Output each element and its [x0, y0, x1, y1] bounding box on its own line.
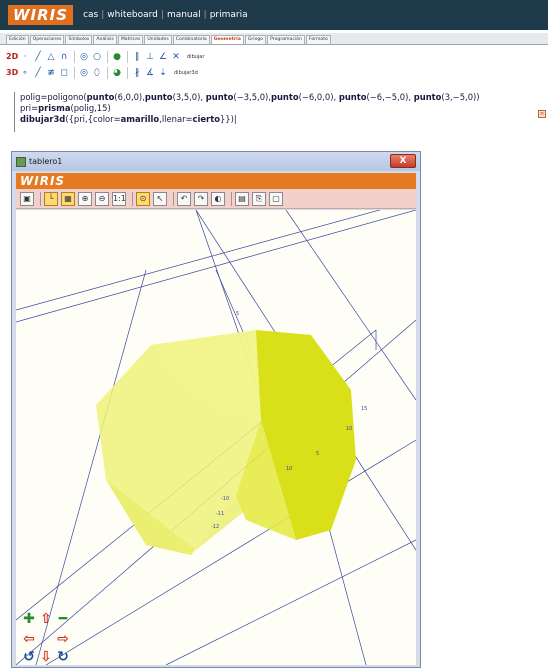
properties-icon[interactable]: ▤: [235, 191, 249, 206]
move-down-icon[interactable]: ⇩: [39, 650, 53, 664]
point3d-icon[interactable]: ∘: [19, 67, 31, 79]
circle-arc-icon[interactable]: ○: [91, 51, 103, 63]
select-icon[interactable]: ⊙: [136, 191, 150, 206]
zoom-out-icon[interactable]: ━: [56, 612, 70, 626]
color-fill-3d-icon[interactable]: ◕: [111, 67, 123, 79]
tick-label: 15: [361, 406, 367, 412]
axis-line: [16, 210, 416, 323]
angle-3d-icon[interactable]: ∡: [144, 67, 156, 79]
pointer-icon[interactable]: ↖: [153, 191, 167, 206]
point-icon[interactable]: ·: [19, 51, 31, 63]
tab-geometria[interactable]: Geometría: [210, 35, 244, 44]
window-logo-bar: WIRIS: [16, 173, 416, 189]
tick-label: 10: [346, 426, 352, 432]
link-whiteboard[interactable]: whiteboard: [107, 10, 158, 20]
plane-icon[interactable]: ≢: [45, 67, 57, 79]
link-manual[interactable]: manual: [167, 10, 201, 20]
tick-label: 10: [286, 466, 292, 472]
zoom-out-icon[interactable]: ⊖: [95, 191, 109, 206]
grid-icon[interactable]: ▦: [61, 191, 75, 206]
rotate-right-icon[interactable]: ↻: [56, 650, 70, 664]
axes-icon[interactable]: └: [44, 191, 58, 206]
window-titlebar[interactable]: tablero1 X: [12, 152, 420, 171]
2d-badge-icon[interactable]: 2D: [6, 51, 18, 63]
formula-editor[interactable]: polig=poligono(punto(6,0,0),punto(3,5,0)…: [14, 92, 484, 132]
tab-analisis[interactable]: Análisis: [93, 35, 117, 44]
tab-matrices[interactable]: Matrices: [117, 35, 144, 44]
side-menu-icon[interactable]: ≡: [538, 110, 546, 118]
link-primaria[interactable]: primaria: [210, 10, 248, 20]
perpendicular-icon[interactable]: ⊥: [144, 51, 156, 63]
line3d-icon[interactable]: ╱: [32, 67, 44, 79]
axis-line: [165, 539, 416, 665]
tab-simbolos[interactable]: Símbolos: [65, 35, 93, 44]
cube-icon[interactable]: ◻: [58, 67, 70, 79]
dibujar3d-label[interactable]: dibujar3d: [174, 70, 198, 76]
parallel-3d-icon[interactable]: ∦: [131, 67, 143, 79]
tab-combinatoria[interactable]: Combinatoria: [172, 35, 210, 44]
navigation-pad: ✚ ⇧ ━ ⇦ ⇨ ↺ ⇩ ↻: [22, 612, 72, 665]
sphere-icon[interactable]: ◎: [78, 67, 90, 79]
info-icon[interactable]: ▢: [269, 191, 283, 206]
export-icon[interactable]: ⎘: [252, 191, 266, 206]
tick-label: 5: [316, 451, 319, 457]
header-links: cas | whiteboard | manual | primaria: [83, 10, 248, 20]
editor-line-1[interactable]: polig=poligono(punto(6,0,0),punto(3,5,0)…: [20, 92, 484, 103]
tab-griego[interactable]: Griego: [244, 35, 267, 44]
axis-line: [16, 210, 381, 311]
window-app-icon: [16, 156, 26, 167]
color-fill-icon[interactable]: ●: [111, 51, 123, 63]
undo-icon[interactable]: ↶: [177, 191, 191, 206]
tab-unidades[interactable]: Unidades: [144, 35, 172, 44]
close-button[interactable]: X: [390, 154, 416, 168]
bisector-icon[interactable]: ∠: [157, 51, 169, 63]
editor-line-2[interactable]: pri=prisma(polig,15): [20, 103, 484, 114]
circle-icon[interactable]: ◎: [78, 51, 90, 63]
text-cursor: |: [233, 114, 237, 124]
board-svg: 5 -10 -11 -12 10 15 5 10: [16, 210, 416, 665]
page: WIRIS cas | whiteboard | manual | primaria Edi…: [0, 0, 548, 668]
redo-icon[interactable]: ↷: [194, 191, 208, 206]
board-toolbar: ▣ └ ▦ ⊕ ⊖ 1:1 ⊙ ↖ ↶ ↷ ◐ ▤ ⎘ ▢: [16, 189, 416, 209]
move-up-icon[interactable]: ✚: [22, 612, 36, 626]
color-icon[interactable]: ◐: [211, 191, 225, 206]
tab-programacion[interactable]: Programación: [267, 35, 305, 44]
dibujar-label[interactable]: dibujar: [187, 54, 204, 60]
tick-label: -10: [221, 496, 229, 502]
wiris-logo[interactable]: WIRIS: [8, 5, 74, 25]
drawing-board[interactable]: 5 -10 -11 -12 10 15 5 10 ✚ ⇧ ━ ⇦ ⇨ ↺ ⇩ ↻: [16, 210, 416, 665]
tab-operaciones[interactable]: Operaciones: [29, 35, 65, 44]
rotate-up-icon[interactable]: ⇧: [39, 612, 53, 626]
cylinder-icon[interactable]: ⬯: [91, 67, 103, 79]
rotate-left-icon[interactable]: ↺: [22, 650, 36, 664]
app-header: WIRIS cas | whiteboard | manual | primaria: [0, 0, 548, 30]
vector-icon[interactable]: ⇣: [157, 67, 169, 79]
tick-label: -12: [211, 524, 219, 530]
move-left-icon[interactable]: ⇦: [22, 632, 36, 646]
editor-line-3[interactable]: dibujar3d({pri,{color=amarillo,llenar=ci…: [20, 114, 484, 125]
segment-icon[interactable]: ╱: [32, 51, 44, 63]
tab-edicion[interactable]: Edición: [6, 35, 29, 44]
triangle-icon[interactable]: △: [45, 51, 57, 63]
tablero-window: tablero1 X WIRIS ▣ └ ▦ ⊕ ⊖ 1:1 ⊙ ↖ ↶ ↷ ◐…: [11, 151, 421, 668]
3d-badge-icon[interactable]: 3D: [6, 67, 18, 79]
tick-label: 5: [236, 311, 239, 317]
arc-icon[interactable]: ∩: [58, 51, 70, 63]
zoom-in-icon[interactable]: ⊕: [78, 191, 92, 206]
delete-icon[interactable]: ✕: [170, 51, 182, 63]
window-title: tablero1: [29, 157, 63, 166]
scale-1-1-icon[interactable]: 1:1: [112, 191, 126, 206]
tick-label: -11: [216, 511, 224, 517]
menu-tabs: Edición Operaciones Símbolos Análisis Ma…: [0, 33, 548, 45]
geometry-toolbar: 2D · ╱ △ ∩ ◎ ○ ● ∥ ⊥ ∠ ✕ dibujar 3D ∘ ╱ …: [6, 47, 366, 81]
window-wiris-logo: WIRIS: [20, 174, 66, 188]
save-icon[interactable]: ▣: [20, 191, 34, 206]
link-cas[interactable]: cas: [83, 10, 98, 20]
move-right-icon[interactable]: ⇨: [56, 632, 70, 646]
tab-formato[interactable]: Formato: [305, 35, 331, 44]
parallel-icon[interactable]: ∥: [131, 51, 143, 63]
